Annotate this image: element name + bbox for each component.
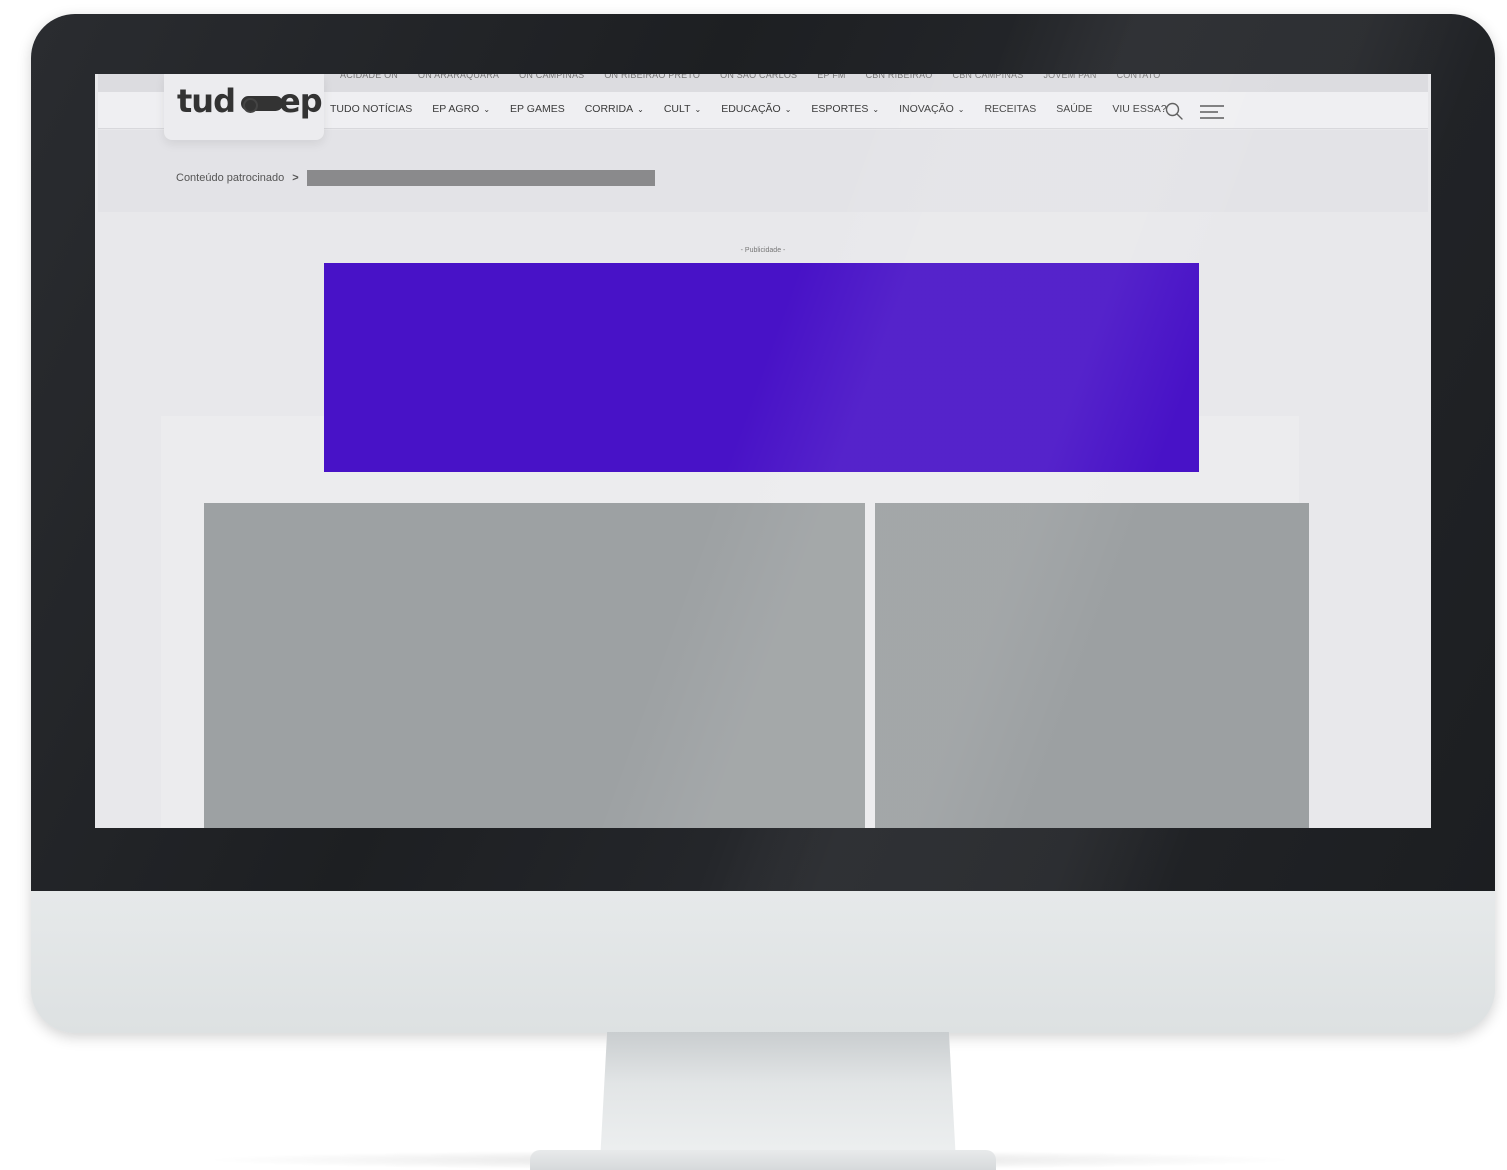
chevron-down-icon: ⌄ bbox=[872, 104, 880, 114]
search-icon[interactable] bbox=[1164, 101, 1184, 121]
breadcrumb-separator: > bbox=[292, 172, 299, 184]
nav-item[interactable]: TUDO NOTÍCIAS bbox=[330, 103, 412, 115]
chevron-down-icon: ⌄ bbox=[483, 104, 491, 114]
nav-item-label: CULT bbox=[663, 103, 691, 115]
top-link[interactable]: CONTATO bbox=[1117, 74, 1161, 80]
monitor-stand bbox=[600, 1032, 956, 1162]
nav-item-label: EP GAMES bbox=[510, 103, 565, 115]
nav-item[interactable]: EP GAMES bbox=[510, 103, 565, 115]
monitor: ACIDADE ON ON ARARAQUARA ON CAMPINAS ON RIB… bbox=[31, 14, 1495, 1033]
browser-viewport: ACIDADE ON ON ARARAQUARA ON CAMPINAS ON RIB… bbox=[95, 74, 1431, 828]
hamburger-menu-icon[interactable] bbox=[1199, 103, 1225, 121]
chevron-down-icon: ⌄ bbox=[694, 104, 702, 114]
nav-item-label: VIU ESSA? bbox=[1112, 103, 1167, 115]
nav-item-label: SAÚDE bbox=[1056, 103, 1093, 115]
nav-item-label: ESPORTES bbox=[811, 103, 869, 115]
nav-item[interactable]: EDUCAÇÃO ⌄ bbox=[721, 103, 791, 115]
top-link[interactable]: CBN RIBEIRÃO bbox=[866, 74, 933, 80]
main-navigation: TUDO NOTÍCIAS EP AGRO ⌄ EP GAMES CORRIDA ⌄ CUL… bbox=[330, 103, 1187, 115]
ad-banner[interactable] bbox=[324, 263, 1199, 472]
nav-item[interactable]: CORRIDA ⌄ bbox=[585, 103, 644, 115]
chevron-down-icon: ⌄ bbox=[784, 104, 792, 114]
breadcrumb: Conteúdo patrocinado > bbox=[176, 170, 655, 186]
breadcrumb-category-link[interactable]: Conteúdo patrocinado bbox=[176, 172, 284, 184]
site-logo[interactable]: tud ep bbox=[164, 74, 324, 140]
breadcrumb-area: Conteúdo patrocinado > bbox=[98, 130, 1428, 212]
top-links-list: ACIDADE ON ON ARARAQUARA ON CAMPINAS ON RIB… bbox=[340, 74, 1161, 80]
logo-text-right: ep bbox=[278, 82, 323, 120]
nav-item[interactable]: SAÚDE bbox=[1056, 103, 1092, 115]
monitor-bezel: ACIDADE ON ON ARARAQUARA ON CAMPINAS ON RIB… bbox=[31, 14, 1495, 891]
nav-item[interactable]: CULT ⌄ bbox=[664, 103, 701, 115]
nav-item-label: EP AGRO bbox=[432, 103, 480, 115]
top-link[interactable]: ON CAMPINAS bbox=[519, 74, 584, 80]
top-link[interactable]: EP FM bbox=[817, 74, 845, 80]
top-link[interactable]: ON ARARAQUARA bbox=[418, 74, 499, 80]
top-link[interactable]: CBN CAMPINAS bbox=[953, 74, 1024, 80]
nav-item-label: TUDO NOTÍCIAS bbox=[330, 103, 413, 115]
nav-item[interactable]: ESPORTES ⌄ bbox=[811, 103, 879, 115]
chevron-down-icon: ⌄ bbox=[957, 104, 965, 114]
top-link[interactable]: JOVEM PAN bbox=[1043, 74, 1096, 80]
logo-text-left: tud bbox=[177, 82, 236, 120]
nav-item-label: CORRIDA bbox=[584, 103, 634, 115]
nav-item[interactable]: RECEITAS bbox=[984, 103, 1036, 115]
nav-item[interactable]: EP AGRO ⌄ bbox=[432, 103, 490, 115]
nav-item-label: EDUCAÇÃO bbox=[721, 103, 781, 115]
monitor-chin bbox=[31, 891, 1495, 1033]
top-link[interactable]: ACIDADE ON bbox=[340, 74, 398, 80]
nav-item-label: RECEITAS bbox=[984, 103, 1037, 115]
logo-toggle-icon bbox=[241, 96, 283, 113]
ad-label: - Publicidade - bbox=[740, 247, 786, 254]
chevron-down-icon: ⌄ bbox=[637, 104, 644, 114]
nav-item[interactable]: INOVAÇÃO ⌄ bbox=[899, 103, 964, 115]
top-link[interactable]: ON SÃO CARLOS bbox=[720, 74, 797, 80]
top-link[interactable]: ON RIBEIRÃO PRETO bbox=[604, 74, 700, 80]
nav-item-label: INOVAÇÃO bbox=[899, 103, 954, 115]
secondary-image-placeholder[interactable] bbox=[875, 503, 1309, 828]
featured-image-placeholder[interactable] bbox=[204, 503, 865, 828]
breadcrumb-current-title-redacted bbox=[306, 170, 655, 186]
nav-item[interactable]: VIU ESSA? bbox=[1112, 103, 1166, 115]
monitor-stand-base bbox=[530, 1150, 996, 1170]
